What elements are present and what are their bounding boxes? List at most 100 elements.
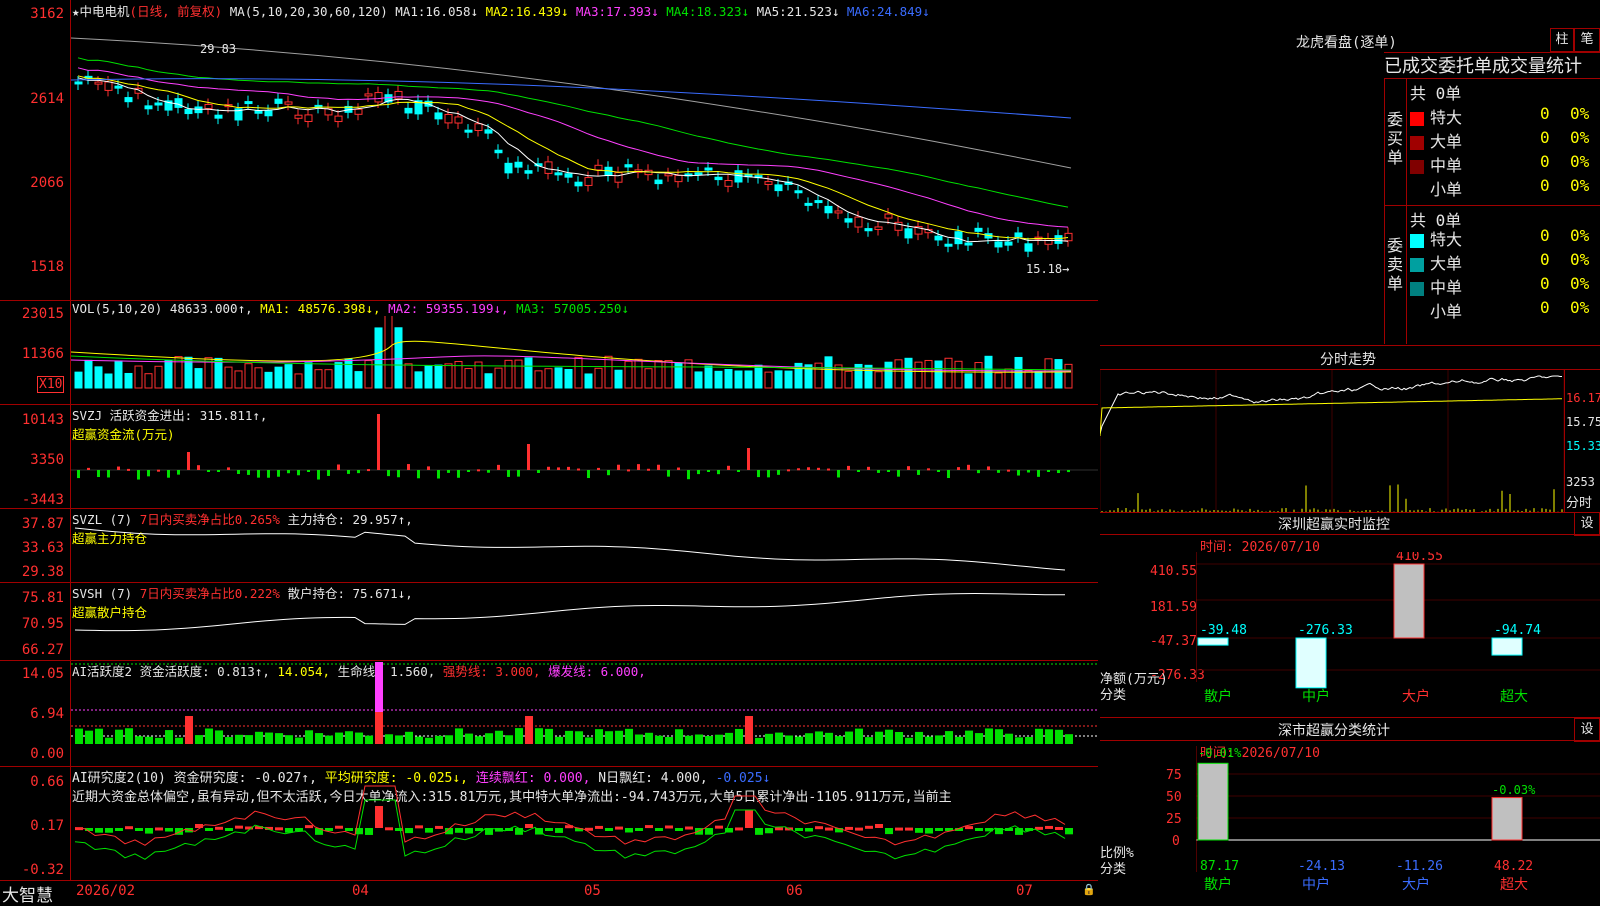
buy-side-label: 委买单 [1387, 110, 1404, 167]
activity-chart[interactable] [71, 660, 1098, 766]
monitor-cat: 中户 [1302, 689, 1330, 705]
research-bar [535, 828, 543, 835]
flow-bar [387, 470, 390, 477]
research-bar [605, 828, 613, 831]
volume-tick: 11366 [21, 346, 64, 362]
classify-settings-button[interactable]: 设 [1574, 718, 1600, 742]
activity-bar [135, 736, 143, 744]
research-bar [735, 827, 743, 831]
candlestick [444, 113, 453, 124]
candlestick [354, 108, 363, 115]
activity-bar [165, 730, 173, 744]
tick-view-button[interactable]: 笔 [1574, 28, 1600, 52]
intraday-panel[interactable]: 分时走势 16.17 15.75 15.33 3253 分时 [1100, 345, 1600, 513]
flow-bar [307, 470, 310, 472]
research-bar [665, 825, 673, 829]
ai-research-panel[interactable]: 0.66 0.17 -0.32 AI研究度2(10) 资金研究度: -0.027… [0, 766, 1098, 880]
volume-chart[interactable] [71, 316, 1098, 404]
volume-bar [264, 371, 273, 389]
candlestick [854, 216, 863, 228]
order-count: 0 [1540, 298, 1550, 317]
color-swatch [1410, 281, 1424, 296]
flow-bar [497, 464, 500, 470]
flow-bar [597, 467, 600, 470]
research-bar [775, 827, 783, 831]
volume-bar [1064, 363, 1073, 389]
svzl-panel[interactable]: 37.87 33.63 29.38 SVZL (7) 7日内买卖净占比0.265… [0, 508, 1098, 583]
candlestick [514, 161, 523, 168]
candlestick [484, 129, 493, 134]
activity-bar [215, 730, 223, 744]
activity-bar [885, 729, 893, 744]
color-swatch [1410, 184, 1424, 198]
flow-bar [1017, 470, 1020, 476]
flow-bar [157, 469, 160, 472]
candlestick [394, 90, 403, 100]
volume-bar [444, 363, 453, 389]
research-bar [815, 826, 823, 830]
volume-bar [104, 373, 113, 389]
flow-bar [957, 467, 960, 470]
monitor-bar-chart: -39.48 -276.33 410.55 -94.74 [1196, 552, 1600, 689]
research-bar [435, 825, 443, 829]
volume-panel[interactable]: 23015 11366 X10 VOL(5,10,20) 48633.000↑,… [0, 300, 1098, 405]
research-bar [155, 827, 163, 831]
activity-bar [285, 735, 293, 744]
svsh-panel[interactable]: 75.81 70.95 66.27 SVSH (7) 7日内买卖净占比0.222… [0, 582, 1098, 661]
activity-bar [225, 737, 233, 744]
research-chart[interactable] [71, 766, 1098, 880]
activity-bar [1025, 736, 1033, 744]
bar-view-button[interactable]: 柱 [1550, 28, 1574, 52]
main-holding-chart[interactable] [71, 508, 1098, 582]
price-panel[interactable]: 3162 2614 2066 1518 ★中电电机(日线, 前复权) MA(5,… [0, 0, 1098, 301]
flow-bar [1027, 470, 1030, 473]
volume-bar [824, 356, 833, 389]
fund-flow-chart[interactable] [71, 404, 1098, 508]
order-pct: 0% [1570, 104, 1590, 123]
activity-bar [665, 736, 673, 744]
volume-bar [504, 359, 513, 389]
research-bar [1055, 826, 1063, 830]
volume-bar [134, 365, 143, 389]
monitor-value: 410.55 [1396, 552, 1443, 564]
activity-bar [545, 728, 553, 744]
volume-bar [684, 359, 693, 389]
order-pct: 0% [1570, 152, 1590, 171]
flow-bar [227, 467, 230, 470]
research-bar [145, 828, 153, 834]
monitor-cat: 散户 [1204, 689, 1232, 705]
candlestick-chart[interactable] [71, 18, 1098, 300]
activity-bar [435, 735, 443, 744]
volume-bar [644, 368, 653, 389]
intraday-price-line [1100, 375, 1562, 435]
activity-bar [405, 731, 413, 744]
activity-bar [1065, 734, 1073, 744]
period-label[interactable]: (日线, 前复权) [130, 4, 223, 19]
research-bar [935, 828, 943, 831]
svzj-panel[interactable]: 10143 3350 -3443 SVZJ 活跃资金进出: 315.811↑, … [0, 404, 1098, 509]
intraday-chart[interactable] [1100, 370, 1564, 512]
candlestick [104, 81, 113, 91]
candlestick [474, 123, 483, 132]
monitor-settings-button[interactable]: 设 [1574, 512, 1600, 536]
activity-bar [505, 735, 513, 744]
favorite-star-icon[interactable]: ★ [72, 4, 80, 19]
flow-bar [267, 470, 270, 478]
flow-bar [877, 470, 880, 473]
candlestick [884, 213, 893, 219]
retail-holding-chart[interactable] [71, 582, 1098, 660]
volume-bar [1044, 358, 1053, 389]
flow-bar [137, 470, 140, 480]
flow-bar [87, 467, 90, 470]
ai-activity-panel[interactable]: 14.05 6.94 0.00 AI活跃度2 资金活跃度: 0.813↑, 14… [0, 660, 1098, 767]
flow-bar [727, 465, 730, 470]
candlestick [734, 170, 743, 183]
candlestick [554, 172, 563, 176]
candlestick [1064, 232, 1073, 242]
activity-bar [1055, 729, 1063, 744]
activity-bar [155, 737, 163, 744]
intraday-avg-line [1100, 398, 1562, 437]
volume-bar [434, 364, 443, 389]
intraday-unit: 分时 [1566, 496, 1593, 511]
lock-icon[interactable]: 🔒 [1082, 883, 1096, 896]
